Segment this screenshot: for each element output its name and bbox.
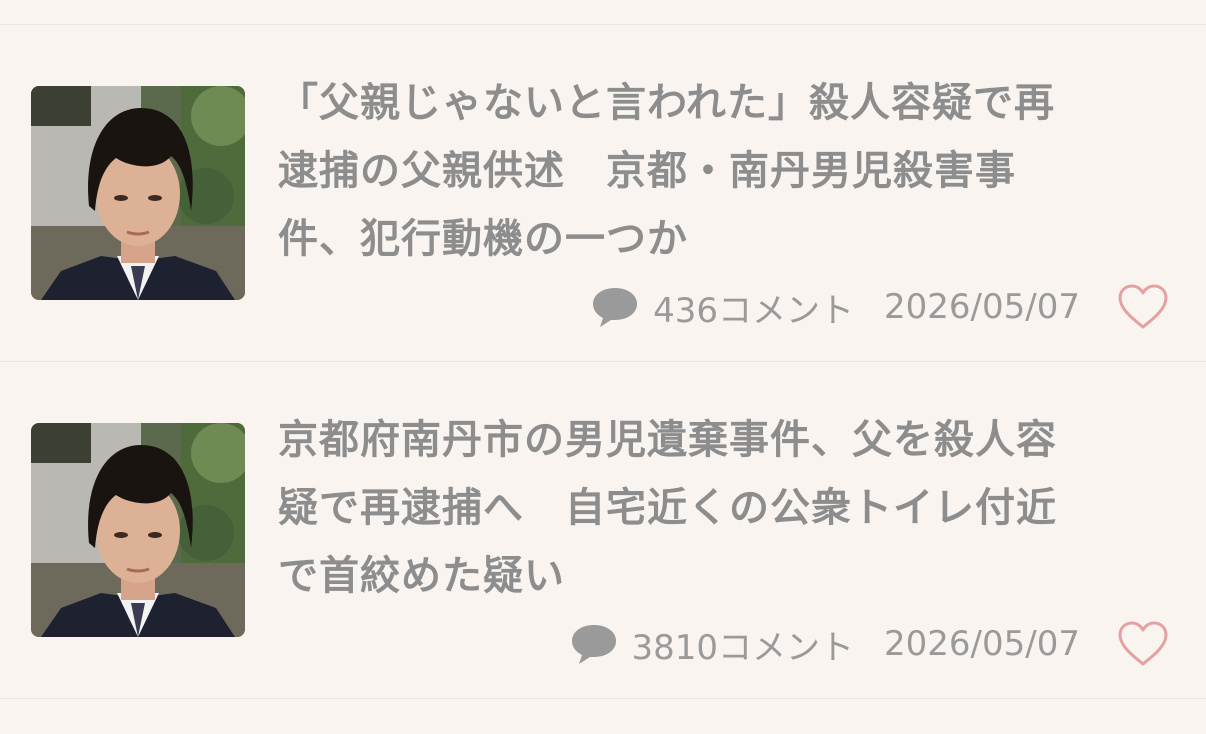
comment-count[interactable]: 3810コメント bbox=[632, 620, 855, 669]
article-title-line: 疑で再逮捕へ 自宅近くの公衆トイレ付近 bbox=[278, 485, 1057, 531]
article-title-line: 逮捕の父親供述 京都・南丹男児殺害事 bbox=[278, 148, 1016, 194]
article-thumbnail[interactable] bbox=[31, 423, 245, 637]
heart-outline-icon[interactable] bbox=[1116, 283, 1170, 331]
article-meta: 3810コメント 2026/05/07 bbox=[570, 620, 1206, 668]
article-title-line: で首絞めた疑い bbox=[278, 553, 565, 599]
article-date: 2026/05/07 bbox=[884, 287, 1080, 327]
article-feed: 「父親じゃないと言われた」殺人容疑で再 逮捕の父親供述 京都・南丹男児殺害事 件… bbox=[0, 0, 1206, 734]
comment-label: コメント bbox=[718, 290, 855, 331]
article-title[interactable]: 京都府南丹市の男児遺棄事件、父を殺人容 疑で再逮捕へ 自宅近くの公衆トイレ付近 … bbox=[278, 406, 1168, 610]
article-date: 2026/05/07 bbox=[884, 624, 1080, 664]
divider bbox=[0, 698, 1206, 699]
article-title[interactable]: 「父親じゃないと言われた」殺人容疑で再 逮捕の父親供述 京都・南丹男児殺害事 件… bbox=[278, 69, 1168, 273]
comment-label: コメント bbox=[718, 627, 855, 668]
comment-count[interactable]: 436コメント bbox=[653, 283, 854, 332]
comment-count-value: 3810 bbox=[631, 627, 719, 668]
article-thumbnail[interactable] bbox=[31, 86, 245, 300]
article-title-line: 「父親じゃないと言われた」殺人容疑で再 bbox=[278, 80, 1055, 126]
article-item[interactable]: 「父親じゃないと言われた」殺人容疑で再 逮捕の父親供述 京都・南丹男児殺害事 件… bbox=[0, 25, 1206, 361]
heart-outline-icon[interactable] bbox=[1116, 620, 1170, 668]
article-item[interactable]: 京都府南丹市の男児遺棄事件、父を殺人容 疑で再逮捕へ 自宅近くの公衆トイレ付近 … bbox=[0, 362, 1206, 698]
article-title-line: 京都府南丹市の男児遺棄事件、父を殺人容 bbox=[278, 417, 1057, 463]
comment-bubble-icon bbox=[591, 286, 639, 328]
comment-bubble-icon bbox=[570, 623, 618, 665]
article-title-line: 件、犯行動機の一つか bbox=[278, 216, 688, 262]
article-meta: 436コメント 2026/05/07 bbox=[591, 283, 1206, 331]
comment-count-value: 436 bbox=[653, 290, 719, 331]
